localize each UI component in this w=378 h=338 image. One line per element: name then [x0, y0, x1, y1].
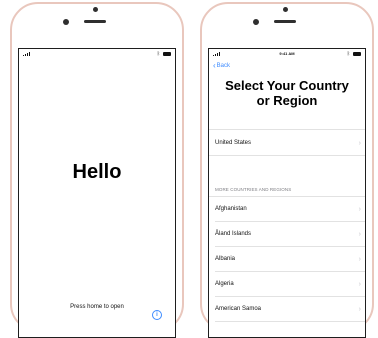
chevron-right-icon: ›	[358, 230, 361, 238]
chevron-right-icon: ›	[358, 305, 361, 313]
hello-greeting: Hello	[72, 161, 122, 183]
back-label: Back	[216, 63, 231, 69]
phone-left: ᛒ Hello Press home to open i	[10, 2, 184, 338]
press-home-prompt: Press home to open	[70, 304, 124, 310]
chevron-right-icon: ›	[358, 139, 361, 147]
back-button[interactable]: ‹ Back	[213, 61, 231, 70]
country-label: Albania	[215, 256, 236, 262]
list-item-country[interactable]: Afghanistan ›	[209, 197, 365, 221]
chevron-left-icon: ‹	[213, 61, 216, 70]
signal-icon	[23, 52, 30, 56]
country-label: Åland Islands	[215, 231, 252, 237]
earpiece-speaker	[84, 20, 106, 23]
phone-right: 9:41 AM ᛒ ‹ Back Select Your Country or …	[200, 2, 374, 338]
divider	[209, 155, 365, 156]
info-icon[interactable]: i	[152, 310, 162, 320]
country-label: American Samoa	[215, 306, 262, 312]
front-camera-icon	[283, 7, 288, 12]
hello-screen: ᛒ Hello Press home to open i	[18, 48, 176, 338]
country-label: Algeria	[215, 281, 234, 287]
status-bar: 9:41 AM ᛒ	[209, 49, 365, 61]
front-camera-icon	[93, 7, 98, 12]
divider	[209, 129, 365, 130]
list-item-country[interactable]: Albania ›	[209, 247, 365, 271]
battery-icon	[163, 52, 171, 56]
country-select-screen: 9:41 AM ᛒ ‹ Back Select Your Country or …	[208, 48, 366, 338]
chevron-right-icon: ›	[358, 255, 361, 263]
bluetooth-icon: ᛒ	[346, 51, 350, 57]
page-title-line2: or Region	[256, 93, 318, 108]
page-title-line1: Select Your Country	[225, 78, 349, 93]
earpiece-speaker	[274, 20, 296, 23]
list-item-country[interactable]: American Samoa ›	[209, 297, 365, 321]
sensor-icon	[63, 19, 69, 25]
list-item-country[interactable]: Algeria ›	[209, 272, 365, 296]
status-bar: ᛒ	[19, 49, 175, 61]
section-header: MORE COUNTRIES AND REGIONS	[215, 187, 292, 192]
list-item-featured-country[interactable]: United States ›	[209, 131, 365, 155]
page-title: Select Your Country or Region	[209, 78, 365, 108]
country-label: Afghanistan	[215, 206, 247, 212]
list-item-country[interactable]: Åland Islands ›	[209, 222, 365, 246]
sensor-icon	[253, 19, 259, 25]
chevron-right-icon: ›	[358, 280, 361, 288]
bluetooth-icon: ᛒ	[156, 51, 160, 57]
status-time: 9:41 AM	[279, 51, 295, 56]
battery-icon	[353, 52, 361, 56]
divider	[215, 321, 365, 322]
chevron-right-icon: ›	[358, 205, 361, 213]
featured-country-label: United States	[215, 140, 252, 146]
